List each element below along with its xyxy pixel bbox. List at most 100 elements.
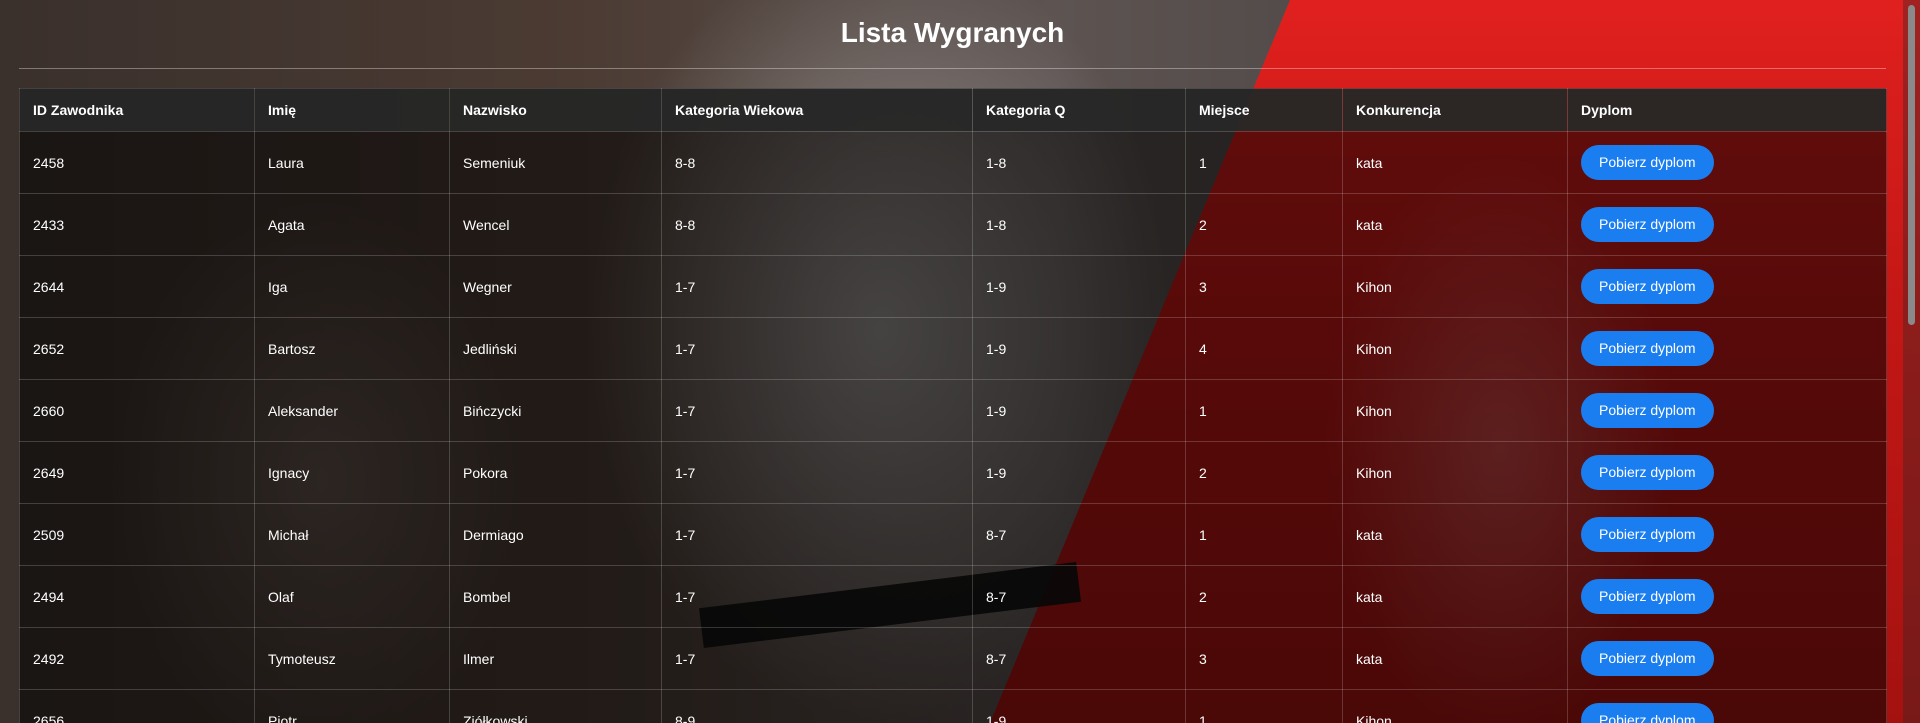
cell-id: 2652 — [19, 317, 255, 380]
cell-id: 2433 — [19, 193, 255, 256]
vertical-scrollbar[interactable] — [1903, 0, 1920, 723]
cell-diploma: Pobierz dyplom — [1567, 379, 1887, 442]
cell-place: 4 — [1185, 317, 1343, 380]
cell-last-name: Pokora — [449, 441, 662, 504]
cell-category-q: 1-9 — [972, 689, 1186, 723]
cell-id: 2509 — [19, 503, 255, 566]
cell-age-category: 1-7 — [661, 565, 973, 628]
cell-id: 2494 — [19, 565, 255, 628]
cell-diploma: Pobierz dyplom — [1567, 503, 1887, 566]
download-diploma-button[interactable]: Pobierz dyplom — [1581, 641, 1714, 676]
cell-category-q: 1-9 — [972, 379, 1186, 442]
cell-diploma: Pobierz dyplom — [1567, 565, 1887, 628]
cell-diploma: Pobierz dyplom — [1567, 627, 1887, 690]
cell-id: 2644 — [19, 255, 255, 318]
cell-age-category: 1-7 — [661, 255, 973, 318]
cell-category-q: 1-9 — [972, 441, 1186, 504]
cell-last-name: Semeniuk — [449, 131, 662, 194]
cell-place: 1 — [1185, 503, 1343, 566]
cell-first-name: Iga — [254, 255, 450, 318]
cell-category-q: 1-8 — [972, 193, 1186, 256]
header-diploma[interactable]: Dyplom — [1567, 88, 1887, 132]
scrollbar-thumb[interactable] — [1908, 5, 1915, 325]
winners-table: ID Zawodnika Imię Nazwisko Kategoria Wie… — [19, 88, 1887, 723]
table-header-row: ID Zawodnika Imię Nazwisko Kategoria Wie… — [19, 88, 1887, 132]
header-place[interactable]: Miejsce — [1185, 88, 1343, 132]
download-diploma-button[interactable]: Pobierz dyplom — [1581, 579, 1714, 614]
cell-place: 1 — [1185, 689, 1343, 723]
download-diploma-button[interactable]: Pobierz dyplom — [1581, 517, 1714, 552]
cell-age-category: 1-7 — [661, 627, 973, 690]
cell-last-name: Jedliński — [449, 317, 662, 380]
cell-last-name: Dermiago — [449, 503, 662, 566]
download-diploma-button[interactable]: Pobierz dyplom — [1581, 269, 1714, 304]
cell-id: 2656 — [19, 689, 255, 723]
cell-first-name: Michał — [254, 503, 450, 566]
cell-competition: Kihon — [1342, 689, 1568, 723]
title-divider — [19, 68, 1886, 69]
download-diploma-button[interactable]: Pobierz dyplom — [1581, 455, 1714, 490]
cell-first-name: Agata — [254, 193, 450, 256]
cell-id: 2649 — [19, 441, 255, 504]
download-diploma-button[interactable]: Pobierz dyplom — [1581, 207, 1714, 242]
cell-place: 3 — [1185, 255, 1343, 318]
table-row: 2494 Olaf Bombel 1-7 8-7 2 kata Pobierz dyplom — [19, 565, 1887, 628]
cell-age-category: 1-7 — [661, 503, 973, 566]
cell-competition: kata — [1342, 131, 1568, 194]
download-diploma-button[interactable]: Pobierz dyplom — [1581, 703, 1714, 723]
table-body: 2458 Laura Semeniuk 8-8 1-8 1 kata Pobierz dypl… — [19, 131, 1887, 723]
cell-id: 2458 — [19, 131, 255, 194]
cell-competition: kata — [1342, 627, 1568, 690]
cell-place: 2 — [1185, 565, 1343, 628]
header-category-q[interactable]: Kategoria Q — [972, 88, 1186, 132]
cell-category-q: 1-9 — [972, 255, 1186, 318]
table-row: 2492 Tymoteusz Ilmer 1-7 8-7 3 kata Pobierz dyp… — [19, 627, 1887, 690]
cell-id: 2492 — [19, 627, 255, 690]
cell-category-q: 1-8 — [972, 131, 1186, 194]
cell-competition: Kihon — [1342, 255, 1568, 318]
cell-id: 2660 — [19, 379, 255, 442]
cell-competition: kata — [1342, 193, 1568, 256]
cell-first-name: Bartosz — [254, 317, 450, 380]
cell-last-name: Wencel — [449, 193, 662, 256]
cell-last-name: Ziółkowski — [449, 689, 662, 723]
cell-competition: Kihon — [1342, 317, 1568, 380]
download-diploma-button[interactable]: Pobierz dyplom — [1581, 331, 1714, 366]
header-age-category[interactable]: Kategoria Wiekowa — [661, 88, 973, 132]
download-diploma-button[interactable]: Pobierz dyplom — [1581, 145, 1714, 180]
cell-category-q: 8-7 — [972, 503, 1186, 566]
cell-age-category: 8-8 — [661, 131, 973, 194]
header-id[interactable]: ID Zawodnika — [19, 88, 255, 132]
cell-place: 1 — [1185, 131, 1343, 194]
cell-diploma: Pobierz dyplom — [1567, 255, 1887, 318]
cell-age-category: 1-7 — [661, 441, 973, 504]
table-row: 2656 Piotr Ziółkowski 8-9 1-9 1 Kihon Pobierz d… — [19, 689, 1887, 723]
cell-last-name: Ilmer — [449, 627, 662, 690]
cell-first-name: Ignacy — [254, 441, 450, 504]
cell-diploma: Pobierz dyplom — [1567, 131, 1887, 194]
table-row: 2509 Michał Dermiago 1-7 8-7 1 kata Pobierz dyp… — [19, 503, 1887, 566]
cell-category-q: 1-9 — [972, 317, 1186, 380]
cell-competition: Kihon — [1342, 441, 1568, 504]
page-title: Lista Wygranych — [840, 17, 1065, 48]
cell-place: 2 — [1185, 441, 1343, 504]
cell-last-name: Wegner — [449, 255, 662, 318]
cell-diploma: Pobierz dyplom — [1567, 689, 1887, 723]
table-row: 2433 Agata Wencel 8-8 1-8 2 kata Pobierz dyplom — [19, 193, 1887, 256]
cell-first-name: Piotr — [254, 689, 450, 723]
table-row: 2644 Iga Wegner 1-7 1-9 3 Kihon Pobierz dyplom — [19, 255, 1887, 318]
table-row: 2660 Aleksander Bińczycki 1-7 1-9 1 Kihon Pobie… — [19, 379, 1887, 442]
cell-category-q: 8-7 — [972, 627, 1186, 690]
cell-diploma: Pobierz dyplom — [1567, 317, 1887, 380]
table-row: 2652 Bartosz Jedliński 1-7 1-9 4 Kihon Pobierz … — [19, 317, 1887, 380]
header-first-name[interactable]: Imię — [254, 88, 450, 132]
cell-diploma: Pobierz dyplom — [1567, 441, 1887, 504]
cell-age-category: 1-7 — [661, 317, 973, 380]
header-last-name[interactable]: Nazwisko — [449, 88, 662, 132]
cell-last-name: Bińczycki — [449, 379, 662, 442]
header-competition[interactable]: Konkurencja — [1342, 88, 1568, 132]
download-diploma-button[interactable]: Pobierz dyplom — [1581, 393, 1714, 428]
cell-competition: Kihon — [1342, 379, 1568, 442]
cell-category-q: 8-7 — [972, 565, 1186, 628]
cell-first-name: Tymoteusz — [254, 627, 450, 690]
